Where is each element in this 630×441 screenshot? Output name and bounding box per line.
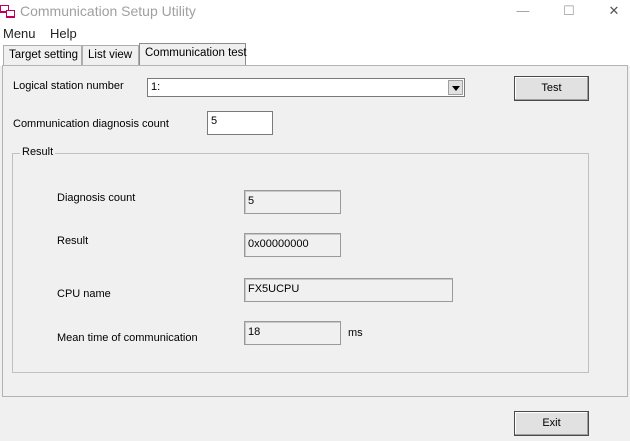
result-label: Result [57,235,89,247]
mean-time-label: Mean time of communication [57,332,198,344]
window-title: Communication Setup Utility [20,3,196,19]
app-icon [0,5,15,18]
diagnosis-count-value: 5 [244,190,341,214]
menu-bar: Menu Help [0,24,630,44]
diag-count-label: Communication diagnosis count [13,118,169,130]
test-button[interactable]: Test [514,76,589,101]
cpu-name-label: CPU name [57,288,111,300]
menu-item-help[interactable]: Help [50,26,77,41]
maximize-button[interactable]: ☐ [560,3,578,19]
tab-target-setting[interactable]: Target setting [3,45,82,65]
mean-time-value: 18 [244,321,341,345]
mean-time-unit: ms [348,327,363,339]
menu-item-menu[interactable]: Menu [3,26,36,41]
station-label: Logical station number [13,80,124,92]
title-bar: Communication Setup Utility — ☐ ✕ [0,0,630,24]
tab-strip: Target setting List view Communication t… [0,43,630,67]
diag-count-input[interactable]: 5 [207,111,273,135]
tab-communication-test[interactable]: Communication test [139,43,247,67]
diagnosis-count-label: Diagnosis count [57,192,136,204]
station-select[interactable]: 1: [147,78,465,97]
exit-button[interactable]: Exit [514,411,589,436]
cpu-name-value: FX5UCPU [244,278,453,302]
minimize-button[interactable]: — [514,3,532,19]
station-select-value: 1: [151,81,161,93]
tab-list-view[interactable]: List view [82,45,139,65]
chevron-down-icon[interactable] [448,80,463,95]
result-value: 0x00000000 [244,233,341,257]
close-button[interactable]: ✕ [605,3,623,19]
result-group-title: Result [20,146,56,158]
